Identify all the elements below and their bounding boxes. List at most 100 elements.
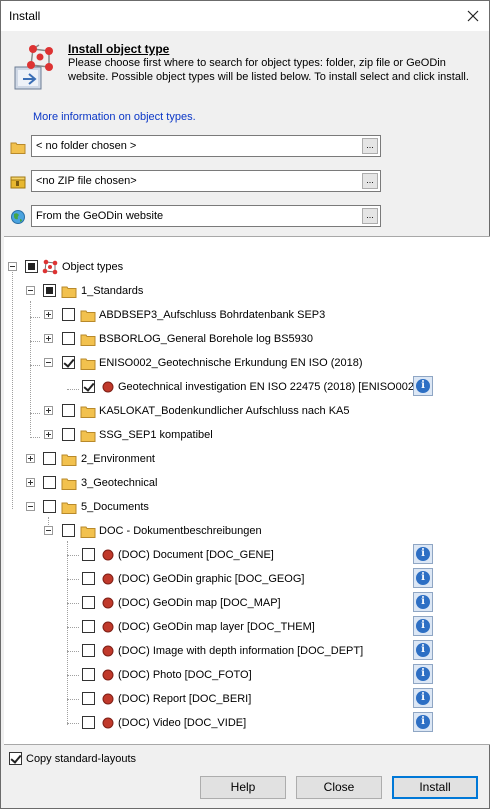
checkbox[interactable] [62,524,75,537]
info-button[interactable]: i [413,376,433,396]
folder-path-field[interactable]: < no folder chosen > ... [31,135,381,157]
info-button[interactable]: i [413,616,433,636]
close-icon [467,10,479,22]
checkbox[interactable] [82,596,95,609]
checkbox[interactable] [82,380,95,393]
checkbox[interactable] [62,308,75,321]
checkbox[interactable] [82,692,95,705]
tree-node-label: Geotechnical investigation EN ISO 22475 … [118,381,418,393]
info-icon: i [416,715,430,729]
info-button[interactable]: i [413,640,433,660]
tree-node-doc-geodin-graphic[interactable]: (DOC) GeODin graphic [DOC_GEOG] i [4,568,490,591]
expand-toggle[interactable] [44,334,53,343]
object-type-icon [102,645,114,657]
tree-node-1-standards[interactable]: 1_Standards [4,281,490,303]
tree-node-doc-document[interactable]: (DOC) Document [DOC_GENE] i [4,544,490,567]
checkbox[interactable] [62,428,75,441]
tree-node-label: 5_Documents [81,501,149,513]
expand-toggle[interactable] [26,478,35,487]
install-button[interactable]: Install [392,776,478,799]
tree-node-geotech-investigation[interactable]: Geotechnical investigation EN ISO 22475 … [4,376,490,399]
object-types-icon [42,259,58,275]
zip-path-value: <no ZIP file chosen> [36,175,137,187]
checkbox[interactable] [43,284,56,297]
help-button[interactable]: Help [200,776,286,799]
object-type-icon [102,573,114,585]
website-source-row: From the GeODin website ... [1,205,489,231]
checkbox[interactable] [43,476,56,489]
tree-node-object-types[interactable]: Object types [4,257,490,279]
info-icon: i [416,571,430,585]
checkbox[interactable] [25,260,38,273]
collapse-toggle[interactable] [8,262,17,271]
info-button[interactable]: i [413,544,433,564]
tree-node-bsborlog[interactable]: BSBORLOG_General Borehole log BS5930 [4,329,490,351]
info-button[interactable]: i [413,592,433,612]
tree-node-ssg-sep1[interactable]: SSG_SEP1 kompatibel [4,425,490,447]
title-bar: Install [1,1,489,31]
info-icon: i [416,667,430,681]
tree-node-doc-report[interactable]: (DOC) Report [DOC_BERI] i [4,688,490,711]
folder-icon [10,142,26,154]
header-description: Please choose first where to search for … [68,57,469,83]
checkbox[interactable] [82,572,95,585]
checkbox[interactable] [62,356,75,369]
folder-icon [61,286,77,298]
checkbox[interactable] [82,548,95,561]
expand-toggle[interactable] [44,430,53,439]
checkbox[interactable] [82,620,95,633]
info-button[interactable]: i [413,664,433,684]
info-button[interactable]: i [413,568,433,588]
checkbox[interactable] [82,644,95,657]
website-source-field[interactable]: From the GeODin website ... [31,205,381,227]
tree-node-ka5lokat[interactable]: KA5LOKAT_Bodenkundlicher Aufschluss nach… [4,401,490,423]
browse-zip-button[interactable]: ... [362,173,378,189]
checkbox[interactable] [43,452,56,465]
expand-toggle[interactable] [26,454,35,463]
tree-node-label: 1_Standards [81,285,144,297]
folder-icon [80,358,96,370]
collapse-toggle[interactable] [44,526,53,535]
tree-node-2-environment[interactable]: 2_Environment [4,449,490,471]
tree-node-doc-geodin-map-layer[interactable]: (DOC) GeODin map layer [DOC_THEM] i [4,616,490,639]
tree-node-doc-folder[interactable]: DOC - Dokumentbeschreibungen [4,521,490,543]
copy-layouts-checkbox[interactable] [9,752,22,765]
checkbox[interactable] [82,716,95,729]
checkbox[interactable] [62,404,75,417]
browse-website-button[interactable]: ... [362,208,378,224]
tree-node-label: Object types [62,261,124,273]
checkbox[interactable] [62,332,75,345]
tree-node-doc-video[interactable]: (DOC) Video [DOC_VIDE] i [4,712,490,735]
checkbox[interactable] [82,668,95,681]
tree-node-label: ABDBSEP3_Aufschluss Bohrdatenbank SEP3 [99,309,326,321]
object-type-icon [102,381,114,393]
info-button[interactable]: i [413,688,433,708]
tree-node-5-documents[interactable]: 5_Documents [4,497,490,519]
info-button[interactable]: i [413,712,433,732]
object-type-tree[interactable]: Object types 1_Standards ABDBSEP3_Aufsch… [4,236,490,745]
collapse-toggle[interactable] [26,286,35,295]
tree-node-eniso002[interactable]: ENISO002_Geotechnische Erkundung EN ISO … [4,353,490,375]
checkbox[interactable] [43,500,56,513]
zip-path-field[interactable]: <no ZIP file chosen> ... [31,170,381,192]
close-button[interactable]: Close [296,776,382,799]
tree-node-doc-photo[interactable]: (DOC) Photo [DOC_FOTO] i [4,664,490,687]
expand-toggle[interactable] [44,406,53,415]
folder-icon [80,406,96,418]
collapse-toggle[interactable] [26,502,35,511]
tree-node-label: (DOC) GeODin map [DOC_MAP] [118,597,281,609]
tree-node-doc-geodin-map[interactable]: (DOC) GeODin map [DOC_MAP] i [4,592,490,615]
tree-node-doc-image-depth[interactable]: (DOC) Image with depth information [DOC_… [4,640,490,663]
install-package-icon [14,44,53,90]
more-info-link[interactable]: More information on object types. [33,111,196,123]
folder-icon [61,478,77,490]
tree-node-label: (DOC) Video [DOC_VIDE] [118,717,247,729]
tree-node-abdbsep3[interactable]: ABDBSEP3_Aufschluss Bohrdatenbank SEP3 [4,305,490,327]
collapse-toggle[interactable] [44,358,53,367]
tree-node-label: ENISO002_Geotechnische Erkundung EN ISO … [99,357,363,369]
expand-toggle[interactable] [44,310,53,319]
close-window-button[interactable] [459,2,487,30]
tree-node-label: (DOC) Report [DOC_BERI] [118,693,252,705]
tree-node-3-geotechnical[interactable]: 3_Geotechnical [4,473,490,495]
browse-folder-button[interactable]: ... [362,138,378,154]
